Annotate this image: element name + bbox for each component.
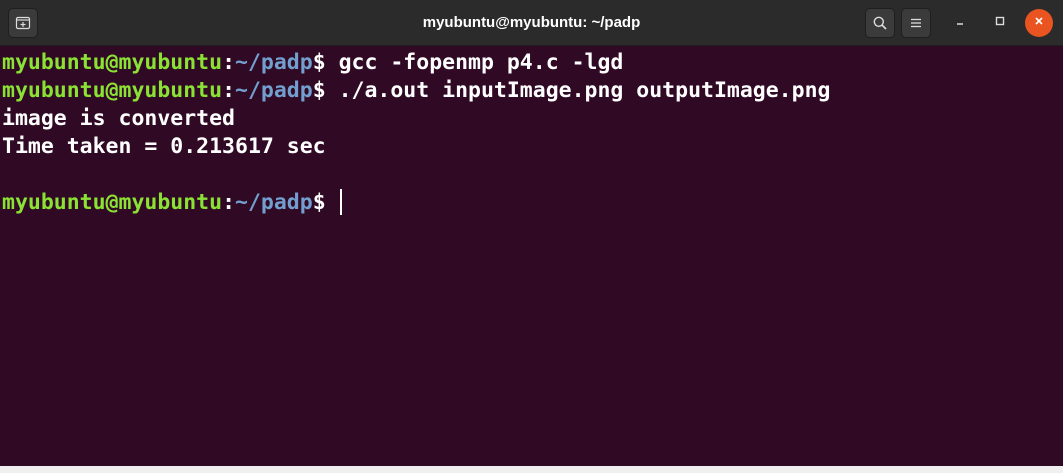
output-line: image is converted xyxy=(2,106,235,131)
close-icon xyxy=(1033,14,1045,32)
command-text: gcc -fopenmp p4.c -lgd xyxy=(325,50,624,75)
maximize-button[interactable] xyxy=(986,9,1014,37)
output-line: Time taken = 0.213617 sec xyxy=(2,134,326,159)
user-host: myubuntu@myubuntu xyxy=(2,78,223,103)
search-button[interactable] xyxy=(865,8,895,38)
prompt-colon: : xyxy=(222,78,236,103)
current-path: ~/padp xyxy=(235,78,313,103)
current-path: ~/padp xyxy=(235,50,313,75)
terminal-output[interactable]: myubuntu@myubuntu:~/padp$ gcc -fopenmp p… xyxy=(0,46,1063,473)
new-tab-button[interactable] xyxy=(8,8,38,38)
menu-button[interactable] xyxy=(901,8,931,38)
text-cursor xyxy=(339,189,342,215)
command-input[interactable] xyxy=(326,190,339,215)
prompt-symbol: $ xyxy=(312,50,326,75)
terminal-window: myubuntu@myubuntu: ~/padp myubuntu@myubu… xyxy=(0,0,1063,473)
prompt-line: myubuntu@myubuntu:~/padp$ xyxy=(2,189,1063,217)
prompt-colon: : xyxy=(222,50,236,75)
prompt-colon: : xyxy=(222,190,236,215)
minimize-button[interactable] xyxy=(946,9,974,37)
user-host: myubuntu@myubuntu xyxy=(2,50,223,75)
prompt-line: myubuntu@myubuntu:~/padp$ gcc -fopenmp p… xyxy=(2,49,1063,77)
prompt-symbol: $ xyxy=(312,78,326,103)
minimize-icon xyxy=(954,14,966,32)
search-icon xyxy=(872,15,888,31)
new-tab-icon xyxy=(15,15,31,31)
titlebar: myubuntu@myubuntu: ~/padp xyxy=(0,0,1063,46)
command-text: ./a.out inputImage.png outputImage.png xyxy=(325,78,831,103)
prompt-symbol: $ xyxy=(312,190,326,215)
close-button[interactable] xyxy=(1025,9,1053,37)
window-bottom-edge xyxy=(0,466,1063,473)
maximize-icon xyxy=(994,14,1006,32)
user-host: myubuntu@myubuntu xyxy=(2,190,223,215)
prompt-line: myubuntu@myubuntu:~/padp$ ./a.out inputI… xyxy=(2,77,1063,105)
current-path: ~/padp xyxy=(235,190,313,215)
hamburger-menu-icon xyxy=(909,16,923,30)
